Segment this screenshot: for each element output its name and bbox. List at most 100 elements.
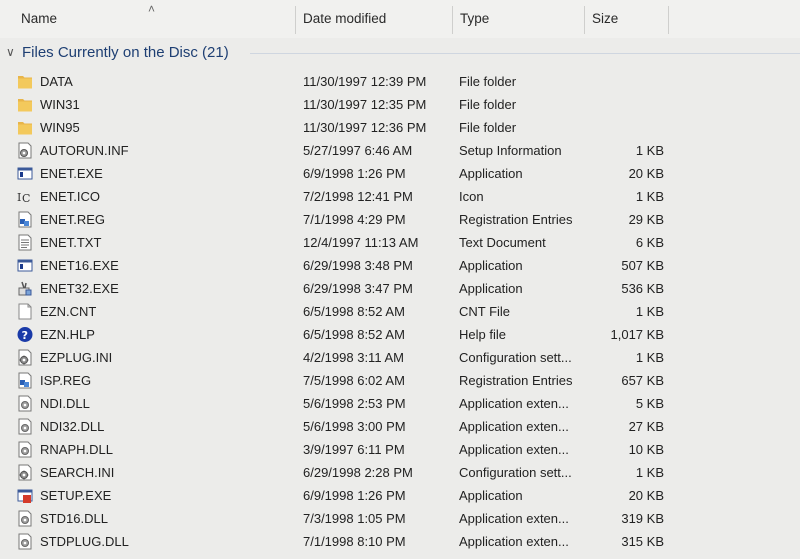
file-row[interactable]: ENET32.EXE 6/29/1998 3:47 PM Application 53… — [0, 277, 800, 300]
file-row[interactable]: SETUP.EXE 6/9/1998 1:26 PM Application 20 K… — [0, 484, 800, 507]
file-row[interactable]: SEARCH.INI 6/29/1998 2:28 PM Configuration… — [0, 461, 800, 484]
file-size: 27 KB — [628, 419, 664, 434]
file-size: 20 KB — [628, 488, 664, 503]
file-name: EZN.HLP — [40, 327, 95, 342]
column-divider[interactable] — [668, 6, 669, 34]
file-name: ENET.ICO — [40, 189, 100, 204]
help-file-icon: ? — [17, 326, 33, 343]
file-type: File folder — [459, 120, 517, 135]
file-size: 20 KB — [628, 166, 664, 181]
file-size: 29 KB — [628, 212, 664, 227]
file-date-modified: 7/2/1998 12:41 PM — [303, 189, 413, 204]
folder-row[interactable]: WIN95 11/30/1997 12:36 PM File folder — [0, 116, 800, 139]
file-name: WIN95 — [40, 120, 80, 135]
file-row[interactable]: STD16.DLL 7/3/1998 1:05 PM Application ext… — [0, 507, 800, 530]
file-type: Application exten... — [459, 442, 569, 457]
setup-exe-icon — [17, 487, 33, 504]
file-row[interactable]: EZPLUG.INI 4/2/1998 3:11 AM Configuration … — [0, 346, 800, 369]
icon-file-icon: IC — [17, 188, 33, 205]
text-document-icon — [17, 234, 33, 251]
folder-row[interactable]: WIN31 11/30/1997 12:35 PM File folder — [0, 93, 800, 116]
file-name: ENET.TXT — [40, 235, 102, 250]
file-row[interactable]: AUTORUN.INF 5/27/1997 6:46 AM Setup Inform… — [0, 139, 800, 162]
file-row[interactable]: EZN.CNT 6/5/1998 8:52 AM CNT File 1 KB — [0, 300, 800, 323]
file-date-modified: 7/5/1998 6:02 AM — [303, 373, 405, 388]
config-settings-icon — [17, 349, 33, 366]
dll-icon — [17, 533, 33, 550]
file-date-modified: 3/9/1997 6:11 PM — [303, 442, 405, 457]
file-row[interactable]: ENET.EXE 6/9/1998 1:26 PM Application 20 KB — [0, 162, 800, 185]
svg-text:?: ? — [22, 329, 28, 342]
file-group-header[interactable]: ∨ Files Currently on the Disc (21) — [0, 40, 800, 66]
file-date-modified: 6/9/1998 1:26 PM — [303, 166, 406, 181]
application-icon — [17, 257, 33, 274]
file-size: 536 KB — [621, 281, 664, 296]
file-name: NDI.DLL — [40, 396, 90, 411]
file-type: Icon — [459, 189, 484, 204]
file-size: 5 KB — [635, 396, 664, 411]
file-row[interactable]: RNAPH.DLL 3/9/1997 6:11 PM Application ext… — [0, 438, 800, 461]
svg-text:C: C — [22, 192, 30, 205]
file-name: SETUP.EXE — [40, 488, 112, 503]
file-date-modified: 11/30/1997 12:36 PM — [303, 120, 427, 135]
file-row[interactable]: ENET.TXT 12/4/1997 11:13 AM Text Document 6… — [0, 231, 800, 254]
sort-ascending-icon: ˄ — [148, 2, 156, 16]
file-type: Application — [459, 166, 523, 181]
column-divider[interactable] — [452, 6, 453, 34]
file-size: 507 KB — [621, 258, 664, 273]
chevron-down-icon[interactable]: ∨ — [6, 45, 15, 59]
column-divider[interactable] — [295, 6, 296, 34]
dll-icon — [17, 510, 33, 527]
file-name: ENET.REG — [40, 212, 106, 227]
file-date-modified: 5/27/1997 6:46 AM — [303, 143, 413, 158]
folder-row[interactable]: DATA 11/30/1997 12:39 PM File folder — [0, 70, 800, 93]
file-date-modified: 7/1/1998 8:10 PM — [303, 534, 406, 549]
file-size: 1 KB — [635, 465, 664, 480]
dll-icon — [17, 441, 33, 458]
file-row[interactable]: ? EZN.HLP 6/5/1998 8:52 AM Help file 1,017 K… — [0, 323, 800, 346]
file-row[interactable]: ISP.REG 7/5/1998 6:02 AM Registration Entr… — [0, 369, 800, 392]
file-row[interactable]: ENET.REG 7/1/1998 4:29 PM Registration Ent… — [0, 208, 800, 231]
file-size: 1 KB — [635, 304, 664, 319]
file-size: 1,017 KB — [610, 327, 665, 342]
file-size: 10 KB — [628, 442, 664, 457]
file-size: 6 KB — [635, 235, 664, 250]
column-header-size[interactable]: Size — [586, 0, 666, 38]
file-row[interactable]: STDPLUG.DLL 7/1/1998 8:10 PM Application e… — [0, 530, 800, 553]
file-date-modified: 7/3/1998 1:05 PM — [303, 511, 406, 526]
file-name: WIN31 — [40, 97, 80, 112]
file-date-modified: 6/29/1998 3:48 PM — [303, 258, 413, 273]
file-row[interactable]: NDI.DLL 5/6/1998 2:53 PM Application exten… — [0, 392, 800, 415]
column-divider[interactable] — [584, 6, 585, 34]
file-row[interactable]: I C ENET.ICO 7/2/1998 12:41 PM Icon 1 KB — [0, 185, 800, 208]
file-type: Setup Information — [459, 143, 562, 158]
file-date-modified: 6/29/1998 2:28 PM — [303, 465, 413, 480]
file-name: DATA — [40, 74, 73, 89]
file-type: Configuration sett... — [459, 465, 572, 480]
file-name: ENET32.EXE — [40, 281, 119, 296]
blank-file-icon — [17, 303, 33, 320]
file-type: Application exten... — [459, 419, 569, 434]
file-type: Application exten... — [459, 511, 569, 526]
file-name: EZN.CNT — [40, 304, 97, 319]
file-date-modified: 7/1/1998 4:29 PM — [303, 212, 406, 227]
folder-icon — [17, 119, 33, 136]
file-size: 1 KB — [635, 143, 664, 158]
file-row[interactable]: NDI32.DLL 5/6/1998 3:00 PM Application ext… — [0, 415, 800, 438]
file-size: 1 KB — [635, 189, 664, 204]
file-row[interactable]: ENET16.EXE 6/29/1998 3:48 PM Application 50… — [0, 254, 800, 277]
column-header-type[interactable]: Type — [454, 0, 584, 38]
dll-icon — [17, 418, 33, 435]
file-date-modified: 5/6/1998 2:53 PM — [303, 396, 406, 411]
file-date-modified: 12/4/1997 11:13 AM — [303, 235, 419, 250]
column-header-date-modified[interactable]: Date modified — [297, 0, 452, 38]
file-type: Help file — [459, 327, 506, 342]
svg-text:I: I — [17, 191, 21, 204]
file-size: 657 KB — [621, 373, 664, 388]
folder-icon — [17, 96, 33, 113]
file-date-modified: 6/9/1998 1:26 PM — [303, 488, 406, 503]
file-date-modified: 6/5/1998 8:52 AM — [303, 327, 405, 342]
file-name: ENET.EXE — [40, 166, 103, 181]
application-installer-icon — [17, 280, 33, 297]
setup-info-icon — [17, 142, 33, 159]
